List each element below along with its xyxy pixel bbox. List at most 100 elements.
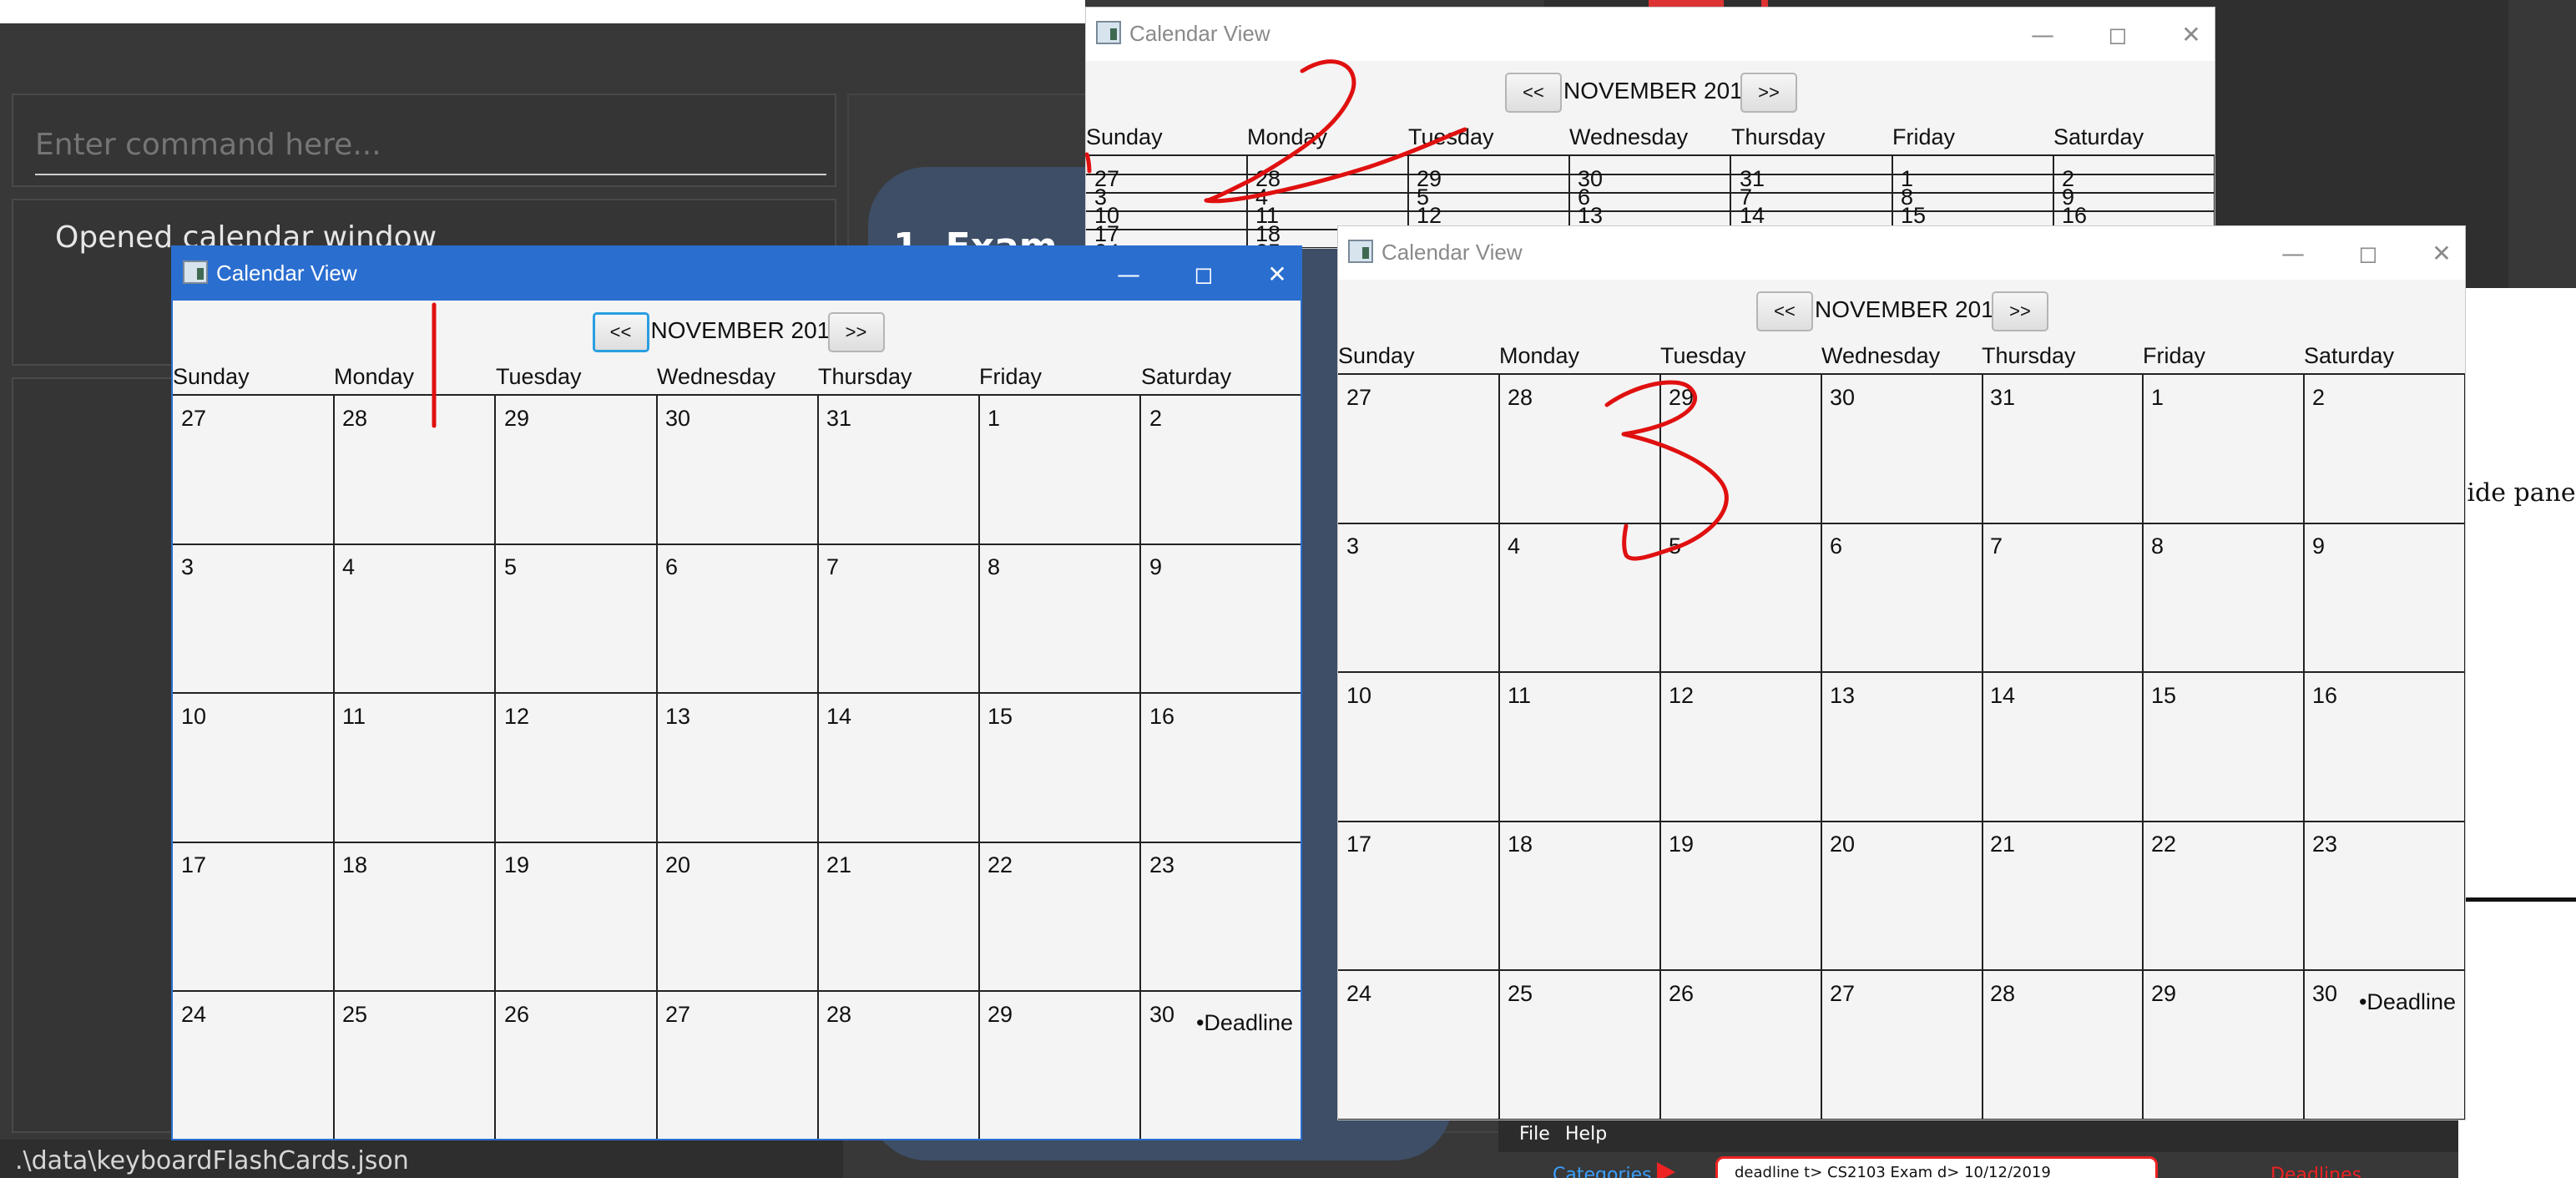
command-input[interactable] — [35, 115, 826, 175]
day-cell[interactable]: 16 — [1141, 694, 1301, 843]
minimize-icon[interactable]: — — [2276, 236, 2310, 270]
day-cell[interactable]: 28 — [1499, 375, 1661, 524]
categories-label[interactable]: Categories — [1553, 1165, 1652, 1178]
day-cell[interactable]: 7 — [1731, 174, 1893, 210]
day-cell[interactable]: 13 — [657, 694, 819, 843]
day-cell[interactable]: 23 — [2304, 822, 2465, 971]
day-cell[interactable]: 6 — [1569, 174, 1731, 210]
day-cell[interactable]: 18 — [334, 842, 496, 992]
day-cell[interactable]: 4 — [334, 544, 496, 694]
day-cell[interactable]: 26 — [496, 992, 658, 1139]
day-cell[interactable]: 27 — [657, 992, 819, 1139]
day-cell[interactable]: 29 — [1408, 156, 1570, 191]
day-cell[interactable]: 12 — [496, 694, 658, 843]
day-cell[interactable]: 17 — [173, 842, 335, 992]
day-cell[interactable]: 15 — [2143, 673, 2305, 822]
close-icon[interactable]: ✕ — [2425, 236, 2458, 270]
day-cell[interactable]: 4 — [1499, 523, 1661, 673]
day-cell[interactable]: 2 — [1141, 396, 1301, 545]
day-cell[interactable]: 8 — [979, 544, 1141, 694]
next-month-button[interactable]: >> — [827, 312, 885, 352]
day-cell[interactable]: 20 — [1821, 822, 1983, 971]
day-cell[interactable]: 2 — [2053, 156, 2215, 191]
day-cell[interactable]: 5 — [496, 544, 658, 694]
day-cell[interactable]: 8 — [1892, 174, 2054, 210]
day-cell[interactable]: 29 — [496, 396, 658, 545]
day-cell[interactable]: 21 — [1982, 822, 2144, 971]
prev-month-button[interactable]: << — [592, 312, 649, 352]
prev-month-button[interactable]: << — [1756, 291, 1813, 331]
day-cell[interactable]: 24 — [173, 992, 335, 1139]
day-cell[interactable]: 13 — [1569, 193, 1731, 228]
day-cell[interactable]: 13 — [1821, 673, 1983, 822]
day-cell[interactable]: 30 — [657, 396, 819, 545]
menu-file[interactable]: File — [1519, 1124, 1550, 1145]
day-cell[interactable]: 31 — [1982, 375, 2144, 524]
next-month-button[interactable]: >> — [1740, 73, 1797, 113]
next-month-button[interactable]: >> — [1992, 291, 2048, 331]
day-cell[interactable]: 22 — [979, 842, 1141, 992]
day-cell[interactable]: 4 — [1247, 174, 1409, 210]
day-cell[interactable]: 28 — [1247, 156, 1409, 191]
day-cell[interactable]: 28 — [334, 396, 496, 545]
day-cell[interactable]: 14 — [1731, 193, 1893, 228]
day-cell[interactable]: 18 — [1499, 822, 1661, 971]
day-cell[interactable]: 9 — [2053, 174, 2215, 210]
day-cell[interactable]: 17 — [1338, 822, 1500, 971]
day-cell[interactable]: 12 — [1660, 673, 1822, 822]
day-cell[interactable]: 28 — [818, 992, 980, 1139]
day-cell[interactable]: 14 — [1982, 673, 2144, 822]
title-bar[interactable]: Calendar View — ◻ ✕ — [173, 247, 1301, 301]
day-cell[interactable]: 6 — [657, 544, 819, 694]
day-cell[interactable]: 20 — [657, 842, 819, 992]
day-cell[interactable]: 9 — [2304, 523, 2465, 673]
day-cell[interactable]: 21 — [818, 842, 980, 992]
day-cell[interactable]: 26 — [1660, 971, 1822, 1120]
day-cell[interactable]: 29 — [1660, 375, 1822, 524]
day-cell[interactable]: 30 •Deadline — [1141, 992, 1301, 1139]
day-cell[interactable]: 27 — [1086, 156, 1248, 191]
day-cell[interactable]: 7 — [1982, 523, 2144, 673]
day-cell[interactable]: 6 — [1821, 523, 1983, 673]
day-cell[interactable]: 5 — [1660, 523, 1822, 673]
day-cell[interactable]: 1 — [2143, 375, 2305, 524]
day-cell[interactable]: 8 — [2143, 523, 2305, 673]
day-cell[interactable]: 15 — [979, 694, 1141, 843]
day-cell[interactable]: 19 — [1660, 822, 1822, 971]
day-cell[interactable]: 11 — [1499, 673, 1661, 822]
maximize-icon[interactable]: ◻ — [2351, 236, 2385, 270]
day-cell[interactable]: 15 — [1892, 193, 2054, 228]
day-cell[interactable]: 22 — [2143, 822, 2305, 971]
day-cell[interactable]: 3 — [1338, 523, 1500, 673]
day-cell[interactable]: 7 — [818, 544, 980, 694]
day-cell[interactable]: 19 — [496, 842, 658, 992]
day-cell[interactable]: 1 — [1892, 156, 2054, 191]
day-cell[interactable]: 12 — [1408, 193, 1570, 228]
day-cell[interactable]: 25 — [334, 992, 496, 1139]
day-cell[interactable]: 29 — [979, 992, 1141, 1139]
day-cell[interactable]: 25 — [1499, 971, 1661, 1120]
day-cell[interactable]: 28 — [1982, 971, 2144, 1120]
maximize-icon[interactable]: ◻ — [2101, 18, 2134, 51]
day-cell[interactable]: 24 — [1338, 971, 1500, 1120]
day-cell[interactable]: 27 — [1338, 375, 1500, 524]
day-cell[interactable]: 29 — [2143, 971, 2305, 1120]
minimize-icon[interactable]: — — [1112, 257, 1145, 291]
event-deadline[interactable]: •Deadline — [1196, 1010, 1293, 1036]
day-cell[interactable]: 27 — [173, 396, 335, 545]
day-cell[interactable]: 9 — [1141, 544, 1301, 694]
day-cell[interactable]: 3 — [1086, 174, 1248, 210]
day-cell[interactable]: 30 •Deadline — [2304, 971, 2465, 1120]
day-cell[interactable]: 5 — [1408, 174, 1570, 210]
close-icon[interactable]: ✕ — [1260, 257, 1294, 291]
day-cell[interactable]: 31 — [818, 396, 980, 545]
day-cell[interactable]: 10 — [173, 694, 335, 843]
day-cell[interactable]: 17 — [1086, 211, 1248, 246]
day-cell[interactable]: 11 — [334, 694, 496, 843]
day-cell[interactable]: 27 — [1821, 971, 1983, 1120]
day-cell[interactable]: 16 — [2304, 673, 2465, 822]
day-cell[interactable]: 1 — [979, 396, 1141, 545]
title-bar[interactable]: Calendar View — ◻ ✕ — [1338, 226, 2465, 280]
event-deadline[interactable]: •Deadline — [2359, 989, 2456, 1015]
minimize-icon[interactable]: — — [2026, 18, 2059, 51]
